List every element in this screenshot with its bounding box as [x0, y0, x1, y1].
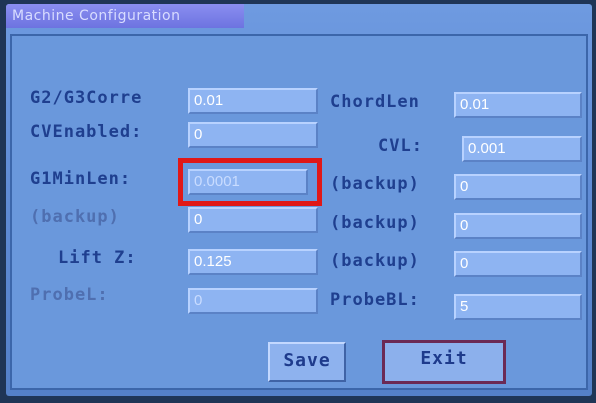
field-backup-left[interactable]: 0 [188, 207, 318, 233]
field-chord-len[interactable]: 0.01 [454, 92, 582, 118]
label-g1-min-len: G1MinLen: [30, 169, 132, 189]
label-lift-z: Lift Z: [58, 248, 137, 268]
label-probe-l: ProbeL: [30, 285, 109, 305]
label-g2g3-correction: G2/G3Corre [30, 88, 143, 108]
label-backup-left: (backup) [30, 207, 120, 227]
label-cvl: CVL: [378, 136, 423, 156]
field-probe-bl[interactable]: 5 [454, 294, 582, 320]
label-cv-enabled: CVEnabled: [30, 122, 143, 142]
field-backup-r1[interactable]: 0 [454, 174, 582, 200]
field-probe-l[interactable]: 0 [188, 288, 318, 314]
save-button[interactable]: Save [268, 342, 346, 382]
exit-button[interactable]: Exit [382, 340, 506, 384]
window-title: Machine Configuration [6, 4, 244, 28]
field-cvl[interactable]: 0.001 [462, 136, 582, 162]
highlight-box [178, 158, 322, 206]
field-backup-r3[interactable]: 0 [454, 251, 582, 277]
field-g2g3-correction[interactable]: 0.01 [188, 88, 318, 114]
label-backup-r2: (backup) [330, 213, 420, 233]
screen: Machine Configuration G2/G3Corre 0.01 CV… [6, 4, 592, 396]
label-backup-r1: (backup) [330, 174, 420, 194]
label-backup-r3: (backup) [330, 251, 420, 271]
field-cv-enabled[interactable]: 0 [188, 122, 318, 148]
field-lift-z[interactable]: 0.125 [188, 249, 318, 275]
label-chord-len: ChordLen [330, 92, 420, 112]
field-backup-r2[interactable]: 0 [454, 213, 582, 239]
label-probe-bl: ProbeBL: [330, 290, 420, 310]
